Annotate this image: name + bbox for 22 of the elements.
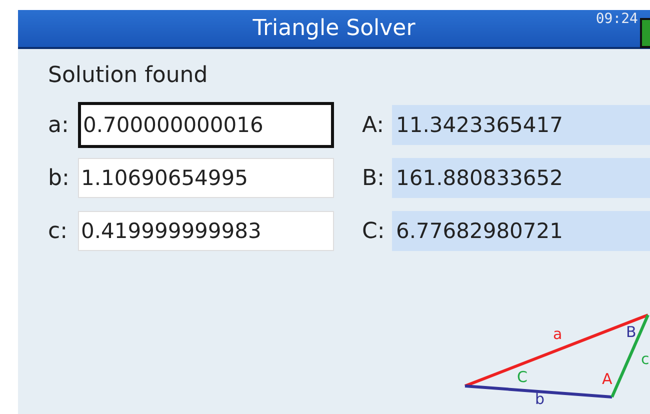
vertex-label: b [535, 390, 545, 408]
side-input[interactable]: 1.10690654995 [78, 158, 334, 198]
status-text: Solution found [48, 63, 209, 88]
side-label: a: [48, 112, 70, 138]
window-title: Triangle Solver [252, 16, 416, 41]
vertex-label: c [641, 350, 650, 368]
angle-label: B: [362, 166, 386, 190]
angle-label: C: [362, 218, 386, 244]
angle-value: 161.880833652 [392, 158, 650, 198]
angle-label: A: [362, 112, 386, 138]
vertex-label: a [553, 325, 562, 343]
angle-value: 11.3423365417 [392, 105, 650, 145]
side-input[interactable]: 0.700000000016 [78, 102, 334, 148]
vertex-label: B [626, 323, 636, 341]
clock: 09:24 [596, 11, 638, 27]
angle-value: 6.77682980721 [392, 211, 650, 251]
side-label: b: [48, 166, 70, 190]
vertex-label: C [517, 368, 528, 386]
battery-icon [640, 18, 650, 48]
vertex-label: A [602, 370, 612, 388]
side-label: c: [48, 218, 69, 244]
side-input[interactable]: 0.419999999983 [78, 211, 334, 251]
